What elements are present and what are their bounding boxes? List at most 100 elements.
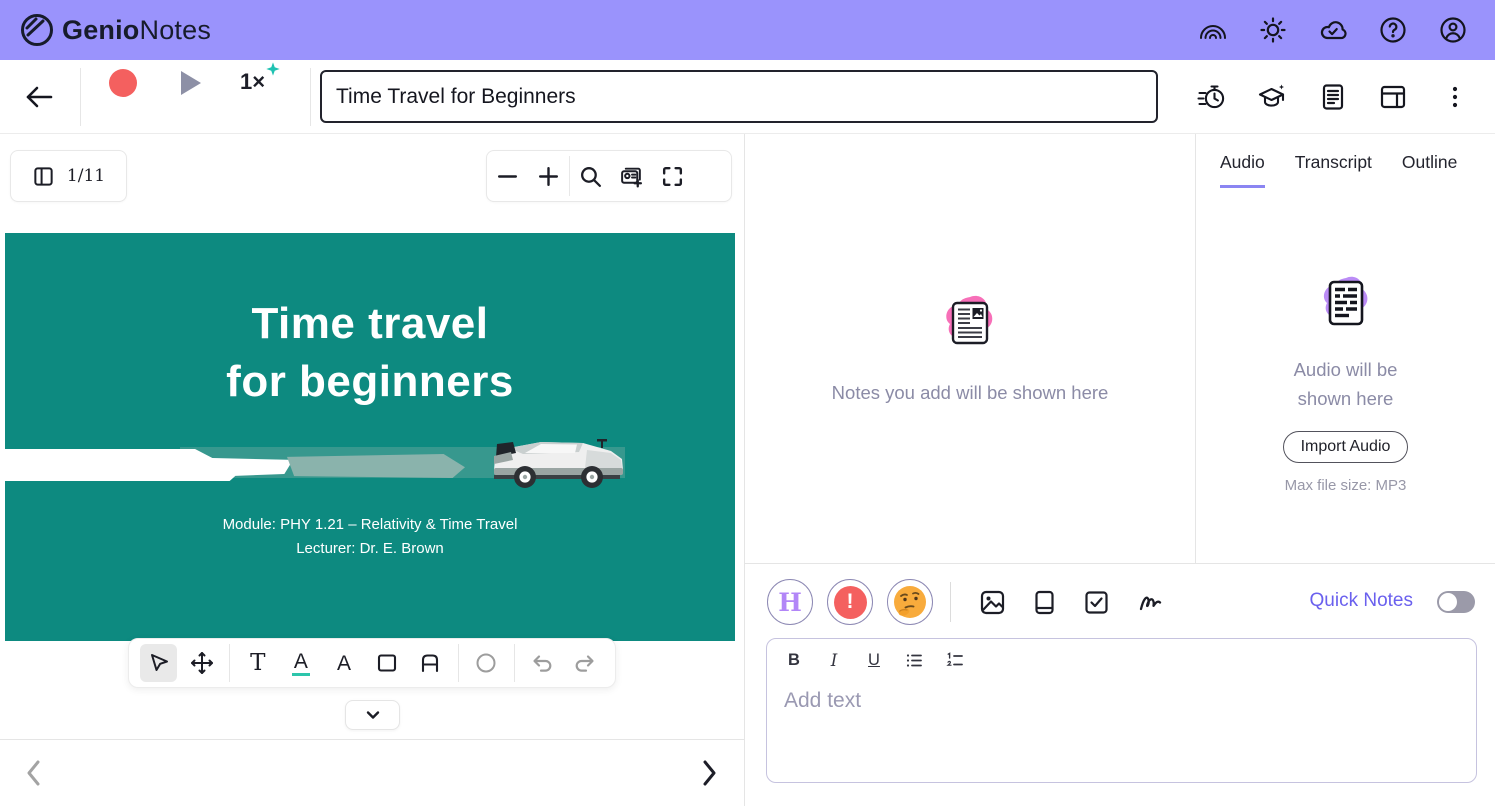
text-tool-glyph: T [250, 652, 265, 675]
numbered-list-icon [946, 651, 965, 670]
circle-tool-button[interactable] [468, 644, 505, 682]
account-icon[interactable] [1438, 15, 1468, 45]
audio-empty-icon [1316, 274, 1376, 334]
circle-icon [474, 651, 498, 675]
add-slide-icon [619, 164, 644, 189]
viewer-footer-divider [0, 739, 745, 740]
slide-lecturer-line: Lecturer: Dr. E. Brown [5, 540, 735, 557]
more-menu-icon[interactable] [1440, 82, 1470, 112]
toolbar-divider [514, 644, 515, 682]
zoom-in-icon [536, 164, 561, 189]
flashcard-icon[interactable] [1031, 589, 1058, 616]
redo-button[interactable] [567, 644, 604, 682]
chevron-right-icon [696, 758, 722, 788]
rectangle-icon [375, 651, 399, 675]
notes-empty-icon [940, 294, 1000, 354]
layout-icon[interactable] [1378, 82, 1408, 112]
redo-icon [573, 651, 597, 675]
fullscreen-icon [660, 164, 685, 189]
previous-page-button[interactable] [21, 758, 47, 788]
audio-panel: Audio Transcript Outline [1196, 134, 1495, 563]
toolbar-divider [458, 644, 459, 682]
page-indicator: 1/11 [67, 166, 105, 186]
quick-notes-label[interactable]: Quick Notes [1310, 590, 1413, 612]
important-note-button[interactable]: ! [827, 579, 873, 625]
zoom-out-icon [495, 164, 520, 189]
chevron-left-icon [21, 758, 47, 788]
text-tool-button[interactable]: T [239, 644, 276, 682]
panel-tabs: Audio Transcript Outline [1220, 152, 1457, 188]
theme-icon[interactable] [1258, 15, 1288, 45]
viewer-controls [486, 150, 732, 202]
collapse-toolbar-button[interactable] [345, 700, 400, 730]
genio-logo-icon [18, 11, 56, 49]
brand-name: GenioNotes [62, 15, 211, 46]
underline-button[interactable]: U [865, 651, 883, 670]
rectangle-tool-button[interactable] [369, 644, 406, 682]
genionotes-app: GenioNotes [0, 0, 1495, 806]
undo-icon [530, 651, 554, 675]
search-button[interactable] [570, 150, 611, 202]
move-icon [190, 651, 214, 675]
summary-doc-icon[interactable] [1318, 82, 1348, 112]
sidebar-toggle-icon [32, 165, 55, 188]
textbox-tool-button[interactable] [412, 644, 449, 682]
thinking-emoji-icon [893, 585, 927, 619]
italic-button[interactable]: I [825, 651, 843, 670]
bullet-list-button[interactable] [905, 651, 924, 670]
checkbox-icon[interactable] [1083, 589, 1110, 616]
undo-button[interactable] [524, 644, 561, 682]
cloud-sync-icon[interactable] [1318, 15, 1348, 45]
study-cap-icon[interactable] [1257, 82, 1287, 112]
section-divider [950, 582, 951, 622]
app-logo[interactable]: GenioNotes [18, 11, 211, 49]
annotation-toolbar: T A A [128, 638, 616, 688]
add-slide-button[interactable] [611, 150, 652, 202]
audio-transcript-doc-icon [1330, 282, 1362, 324]
rainbow-icon[interactable] [1198, 15, 1228, 45]
back-arrow-icon[interactable] [24, 83, 54, 111]
heading-note-button[interactable]: H [767, 579, 813, 625]
app-header: GenioNotes [0, 0, 1495, 60]
quick-notes-toggle[interactable] [1437, 591, 1475, 613]
editor-toolbar: B I U [785, 651, 965, 670]
record-button[interactable] [109, 69, 137, 97]
toolbar-divider [310, 68, 311, 126]
textbox-icon [418, 651, 442, 675]
select-tool-button[interactable] [140, 644, 177, 682]
cursor-icon [147, 651, 171, 675]
font-tool-button[interactable]: A [325, 644, 362, 682]
quick-notes-section: H ! [745, 563, 1495, 806]
numbered-list-button[interactable] [946, 651, 965, 670]
page-indicator-button[interactable]: 1/11 [10, 150, 127, 202]
bold-button[interactable]: B [785, 651, 803, 670]
slide-trail-gray [287, 454, 465, 478]
play-button[interactable] [181, 71, 201, 95]
note-toolbar: 1× [0, 60, 1495, 134]
bullet-list-icon [905, 651, 924, 670]
question-note-button[interactable] [887, 579, 933, 625]
scribble-icon[interactable] [1137, 589, 1164, 616]
fullscreen-button[interactable] [652, 150, 693, 202]
toolbar-divider [80, 68, 81, 126]
tab-transcript[interactable]: Transcript [1295, 152, 1372, 188]
import-audio-button[interactable]: Import Audio [1283, 431, 1409, 463]
note-editor[interactable]: B I U [766, 638, 1477, 783]
slide-page[interactable]: Time travel for beginners [5, 233, 735, 641]
zoom-in-button[interactable] [528, 150, 569, 202]
notes-empty-message: Notes you add will be shown here [832, 382, 1109, 404]
note-title-input[interactable] [320, 70, 1158, 123]
insert-image-icon[interactable] [979, 589, 1006, 616]
note-image-doc-icon [953, 303, 987, 343]
playback-speed-button[interactable]: 1× [240, 69, 265, 95]
timer-icon[interactable] [1197, 82, 1227, 112]
next-page-button[interactable] [696, 758, 722, 788]
tab-audio[interactable]: Audio [1220, 152, 1265, 188]
slide-module-line: Module: PHY 1.21 – Relativity & Time Tra… [5, 516, 735, 533]
zoom-out-button[interactable] [487, 150, 528, 202]
highlight-tool-button[interactable]: A [282, 644, 319, 682]
tab-outline[interactable]: Outline [1402, 152, 1457, 188]
audio-empty-message: Audio will be shown here [1294, 356, 1398, 413]
help-icon[interactable] [1378, 15, 1408, 45]
move-tool-button[interactable] [183, 644, 220, 682]
